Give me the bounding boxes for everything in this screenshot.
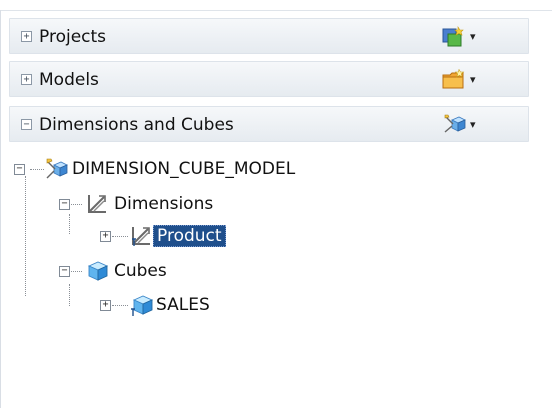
panel-top-edge: [0, 0, 552, 11]
dimension-folder-icon: [88, 195, 106, 213]
collapse-dimensions-toggle[interactable]: −: [59, 199, 70, 210]
tree-node-cubes-label: Cubes: [114, 261, 167, 281]
tree-node-model[interactable]: − DIMENSION_CUBE_MODEL: [14, 157, 414, 183]
new-model-menu-button[interactable]: ▾: [442, 69, 482, 91]
collapse-cubes-toggle[interactable]: −: [59, 266, 70, 277]
tree-node-model-label: DIMENSION_CUBE_MODEL: [72, 159, 296, 179]
chevron-down-icon: ▾: [470, 73, 476, 86]
new-project-icon: [442, 26, 464, 47]
chevron-down-icon: ▾: [470, 30, 476, 43]
new-project-menu-button[interactable]: ▾: [442, 26, 482, 48]
dimension-icon: [132, 227, 150, 246]
new-dimension-cube-menu-button[interactable]: ▾: [442, 114, 482, 136]
section-models-label: Models: [39, 70, 99, 90]
tree-node-product-label[interactable]: Product: [153, 225, 226, 247]
expand-projects-toggle[interactable]: +: [21, 31, 32, 42]
tree-node-dimensions-label: Dimensions: [114, 194, 214, 214]
tree-guide-line: [25, 176, 26, 296]
section-projects[interactable]: + Projects ▾: [9, 18, 529, 54]
expand-sales-toggle[interactable]: +: [100, 300, 111, 311]
section-projects-label: Projects: [39, 27, 107, 47]
new-model-folder-icon: [442, 69, 465, 89]
navigator-tree: − DIMENSION_CUBE_MODEL − Dimensions + Pr…: [0, 150, 552, 408]
expand-models-toggle[interactable]: +: [21, 74, 32, 85]
tree-guide-line: [69, 284, 70, 306]
expand-product-toggle[interactable]: +: [100, 231, 111, 242]
dimension-cube-model-icon: [46, 158, 68, 179]
section-dimensions-and-cubes[interactable]: − Dimensions and Cubes ▾: [9, 106, 529, 142]
chevron-down-icon: ▾: [470, 118, 476, 131]
tree-node-cubes[interactable]: − Cubes: [59, 259, 359, 285]
tree-node-dimensions[interactable]: − Dimensions: [59, 192, 359, 218]
tree-node-product[interactable]: + Product: [100, 224, 300, 250]
section-models[interactable]: + Models ▾: [9, 61, 529, 97]
section-dimensions-label: Dimensions and Cubes: [39, 115, 234, 135]
cube-icon: [131, 295, 154, 316]
tree-node-sales[interactable]: + SALES: [100, 293, 300, 319]
cube-folder-icon: [87, 261, 109, 281]
collapse-model-toggle[interactable]: −: [14, 164, 25, 175]
dimension-cube-icon: [444, 114, 466, 133]
tree-node-sales-label: SALES: [156, 295, 210, 315]
navigator-panel: + Projects ▾ + Models ▾ − Dimensions and…: [0, 0, 552, 408]
collapse-dimensions-toggle[interactable]: −: [21, 119, 32, 130]
